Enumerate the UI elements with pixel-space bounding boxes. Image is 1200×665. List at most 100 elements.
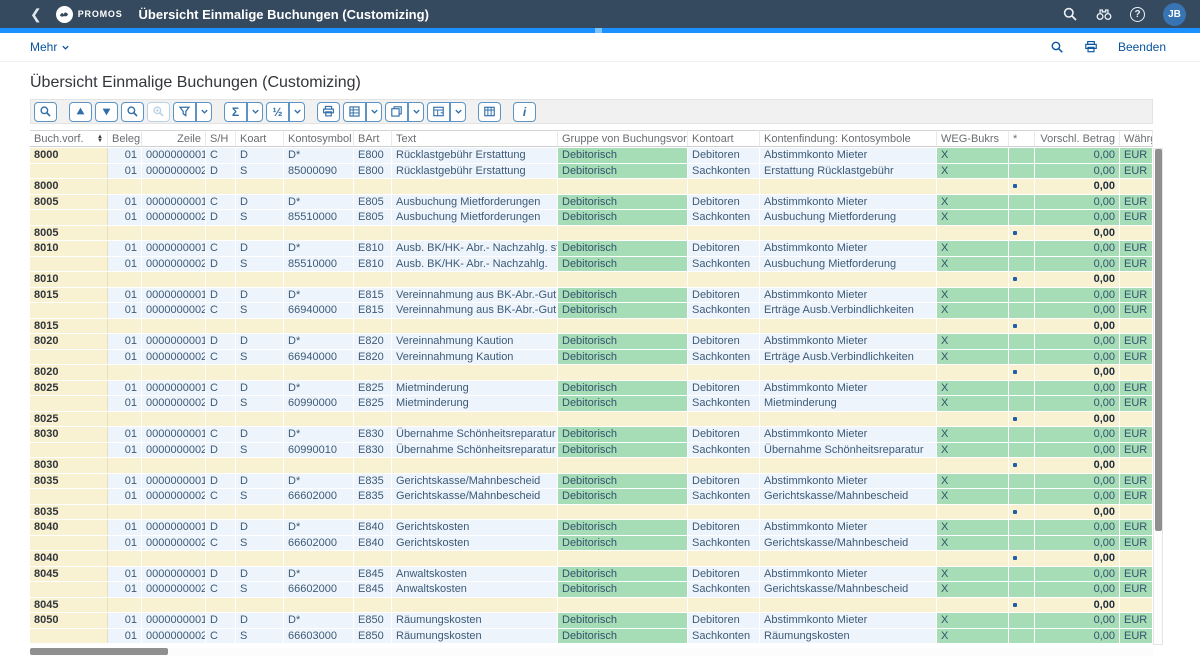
cell-beleg[interactable]: 01	[108, 443, 142, 458]
cell--[interactable]	[1009, 334, 1035, 349]
print-button[interactable]	[317, 102, 340, 122]
cell-koart[interactable]: D	[236, 613, 284, 628]
subtotal-empty-cell[interactable]	[354, 412, 392, 427]
cell-beleg[interactable]: 01	[108, 195, 142, 210]
table-row[interactable]: 010000000002DS60990010E830Übernahme Schö…	[30, 443, 1153, 458]
cell--[interactable]	[1009, 257, 1035, 272]
cell-s-h[interactable]: D	[206, 613, 236, 628]
choose-detail-button[interactable]	[34, 102, 57, 122]
subtotal-empty-cell[interactable]	[354, 551, 392, 566]
buchvorf-cell[interactable]	[30, 257, 108, 272]
cell-kontoart[interactable]: Debitoren	[688, 288, 760, 303]
cell-kontosymbol[interactable]: 85510000	[284, 210, 354, 225]
cell-koart[interactable]: S	[236, 536, 284, 551]
subtotal-amount[interactable]: 0,00	[1035, 272, 1120, 287]
subtotal-empty-cell[interactable]	[937, 319, 1009, 334]
table-row[interactable]: 8030010000000001CDD*E830Übernahme Schönh…	[30, 427, 1153, 442]
cell-beleg[interactable]: 01	[108, 474, 142, 489]
cell-koart[interactable]: D	[236, 567, 284, 582]
cell-gruppe-von-buchungsvorf-llen[interactable]: Debitorisch	[558, 536, 688, 551]
cell-kontosymbol[interactable]: D*	[284, 427, 354, 442]
subtotal-empty-cell[interactable]	[937, 226, 1009, 241]
subtotal-marker[interactable]	[1009, 272, 1035, 287]
buchvorf-cell[interactable]	[30, 536, 108, 551]
cell-bart[interactable]: E845	[354, 567, 392, 582]
subtotal-empty-cell[interactable]	[937, 272, 1009, 287]
subtotal-empty-cell[interactable]	[206, 365, 236, 380]
subtotal-empty-cell[interactable]	[284, 272, 354, 287]
cell-kontoart[interactable]: Sachkonten	[688, 629, 760, 644]
table-row[interactable]: 8050010000000001DDD*E850RäumungskostenDe…	[30, 613, 1153, 628]
subtotal-row[interactable]: 80000,00	[30, 179, 1153, 194]
subtotal-label[interactable]: 8040	[30, 551, 108, 566]
subtotal-row[interactable]: 80250,00	[30, 412, 1153, 427]
subtotal-empty-cell[interactable]	[688, 505, 760, 520]
cell-bart[interactable]: E810	[354, 241, 392, 256]
cell-text[interactable]: Anwaltskosten	[392, 582, 558, 597]
cell-text[interactable]: Vereinnahmung aus BK-Abr.-Guthaben	[392, 288, 558, 303]
subtotal-empty-cell[interactable]	[688, 226, 760, 241]
cell-vorschl-betrag[interactable]: 0,00	[1035, 195, 1120, 210]
cell-weg-bukrs[interactable]: X	[937, 582, 1009, 597]
find-button[interactable]	[121, 102, 144, 122]
cell-kontoart[interactable]: Debitoren	[688, 567, 760, 582]
cell--[interactable]	[1009, 288, 1035, 303]
table-row[interactable]: 010000000002DS85510000E805Ausbuchung Mie…	[30, 210, 1153, 225]
table-row[interactable]: 8015010000000001DDD*E815Vereinnahmung au…	[30, 288, 1153, 303]
cell--[interactable]	[1009, 381, 1035, 396]
subtotal-empty-cell[interactable]	[688, 319, 760, 334]
subtotal-empty-cell[interactable]	[284, 505, 354, 520]
column-header-buch-vorf-[interactable]: Buch.vorf.▲▼	[30, 130, 108, 147]
subtotal-amount[interactable]: 0,00	[1035, 365, 1120, 380]
cell-weg-bukrs[interactable]: X	[937, 489, 1009, 504]
cell-gruppe-von-buchungsvorf-llen[interactable]: Debitorisch	[558, 629, 688, 644]
cell--[interactable]	[1009, 613, 1035, 628]
cell-vorschl-betrag[interactable]: 0,00	[1035, 427, 1120, 442]
subtotal-amount[interactable]: 0,00	[1035, 598, 1120, 613]
cell-kontosymbol[interactable]: D*	[284, 474, 354, 489]
cell-w-hrg[interactable]: EUR	[1120, 489, 1153, 504]
filter-dropdown-icon[interactable]	[196, 102, 212, 122]
buchvorf-cell[interactable]: 8050	[30, 613, 108, 628]
sort-indicator-icon[interactable]: ▲▼	[97, 135, 103, 143]
subtotal-amount[interactable]: 0,00	[1035, 458, 1120, 473]
subtotal-empty-cell[interactable]	[760, 458, 937, 473]
cell-kontosymbol[interactable]: D*	[284, 381, 354, 396]
column-header-text[interactable]: Text	[392, 130, 558, 147]
total-dropdown-icon[interactable]	[247, 102, 263, 122]
cell-gruppe-von-buchungsvorf-llen[interactable]: Debitorisch	[558, 210, 688, 225]
subtotal-empty-cell[interactable]	[284, 365, 354, 380]
buchvorf-cell[interactable]: 8040	[30, 520, 108, 535]
table-row[interactable]: 010000000002DS60990000E825MietminderungD…	[30, 396, 1153, 411]
subtotal-empty-cell[interactable]	[108, 598, 142, 613]
cell-s-h[interactable]: D	[206, 164, 236, 179]
subtotal-amount[interactable]: 0,00	[1035, 319, 1120, 334]
subtotal-empty-cell[interactable]	[688, 272, 760, 287]
cell-gruppe-von-buchungsvorf-llen[interactable]: Debitorisch	[558, 443, 688, 458]
subtotal-empty-cell[interactable]	[108, 319, 142, 334]
subtotal-amount[interactable]: 0,00	[1035, 551, 1120, 566]
cell-beleg[interactable]: 01	[108, 613, 142, 628]
cell-kontenfindung-kontosymbole[interactable]: Übernahme Schönheitsreparatur	[760, 443, 937, 458]
cell-kontenfindung-kontosymbole[interactable]: Abstimmkonto Mieter	[760, 241, 937, 256]
cell-kontosymbol[interactable]: 60990010	[284, 443, 354, 458]
cell-weg-bukrs[interactable]: X	[937, 164, 1009, 179]
horizontal-scrollbar[interactable]	[30, 648, 1153, 656]
cell-beleg[interactable]: 01	[108, 257, 142, 272]
subtotal-empty-cell[interactable]	[354, 319, 392, 334]
cell-vorschl-betrag[interactable]: 0,00	[1035, 288, 1120, 303]
table-row[interactable]: 8035010000000001DDD*E835Gerichtskasse/Ma…	[30, 474, 1153, 489]
total-button[interactable]: Σ	[224, 102, 247, 122]
subtotal-row[interactable]: 8040 0,00	[30, 551, 1153, 566]
cell-kontoart[interactable]: Sachkonten	[688, 164, 760, 179]
cell-koart[interactable]: D	[236, 427, 284, 442]
cell-kontenfindung-kontosymbole[interactable]: Räumungskosten	[760, 629, 937, 644]
cell-kontosymbol[interactable]: 66603000	[284, 629, 354, 644]
column-header-zeile[interactable]: Zeile	[142, 130, 206, 147]
column-header-gruppe-von-buchungsvorf-llen[interactable]: Gruppe von Buchungsvorfällen	[558, 130, 688, 147]
subtotal-empty-cell[interactable]	[284, 598, 354, 613]
cell-beleg[interactable]: 01	[108, 396, 142, 411]
cell-s-h[interactable]: C	[206, 303, 236, 318]
subtotal-row[interactable]: 80300,00	[30, 458, 1153, 473]
subtotal-empty-cell[interactable]	[142, 598, 206, 613]
